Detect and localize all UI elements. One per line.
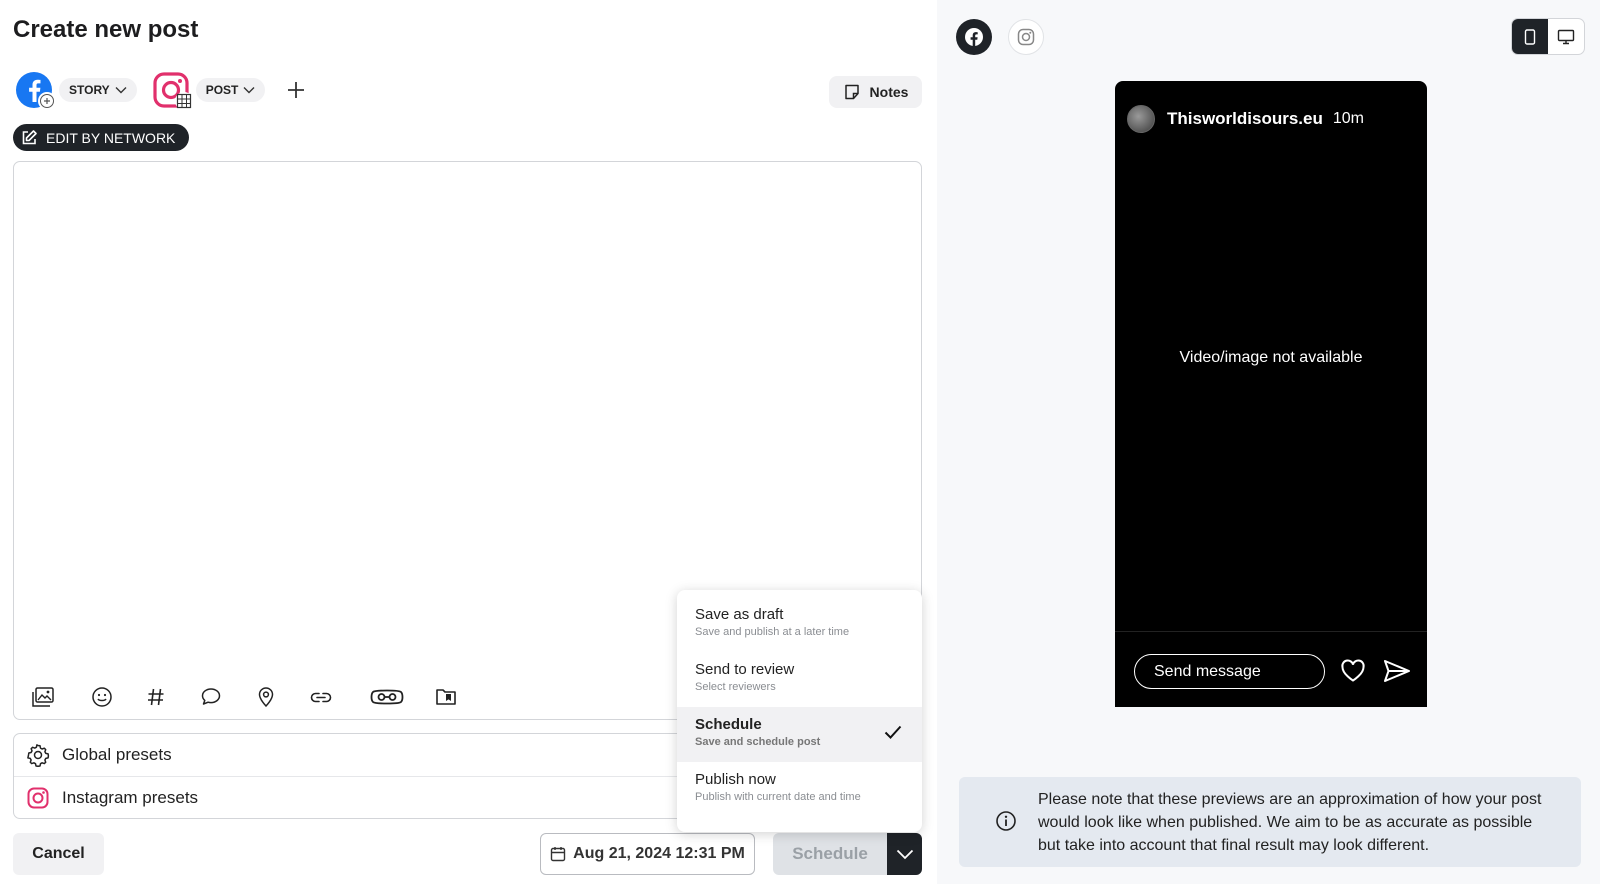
menu-item-sublabel: Save and publish at a later time	[695, 626, 850, 638]
story-time: 10m	[1332, 110, 1364, 127]
preset-label: Instagram presets	[62, 787, 199, 807]
media-icon[interactable]	[31, 685, 55, 709]
desktop-view-button[interactable]	[1548, 19, 1584, 54]
send-message-placeholder: Send message	[1154, 662, 1261, 680]
notice-text: Please note that these previews are an a…	[1038, 791, 1542, 854]
post-type-label: POST	[205, 83, 239, 97]
instagram-account[interactable]	[151, 70, 193, 110]
preview-notice: Please note that these previews are an a…	[959, 777, 1581, 867]
chevron-down-icon	[243, 87, 255, 94]
chevron-down-icon	[896, 849, 913, 859]
page-title: Create new post	[13, 16, 199, 43]
media-unavailable-text: Video/image not available	[1179, 349, 1363, 366]
menu-item-send-review[interactable]: Send to review Select reviewers	[677, 652, 922, 707]
schedule-button[interactable]: Schedule	[773, 833, 887, 875]
add-badge-icon	[38, 92, 56, 110]
send-message-field: Send message	[1134, 654, 1325, 689]
menu-item-label: Save as draft	[695, 606, 784, 623]
instagram-post-type-dropdown[interactable]: POST	[195, 78, 266, 102]
menu-item-sublabel: Publish with current date and time	[695, 791, 861, 803]
desktop-icon	[1557, 29, 1575, 44]
preset-label: Global presets	[62, 745, 172, 764]
divider	[1115, 631, 1427, 632]
notes-button[interactable]: Notes	[829, 76, 922, 108]
add-network-button[interactable]	[283, 77, 309, 103]
mobile-view-button[interactable]	[1512, 19, 1548, 54]
grid-badge-icon	[174, 92, 193, 110]
notes-label: Notes	[869, 84, 909, 100]
menu-item-schedule[interactable]: Schedule Save and schedule post	[677, 707, 922, 762]
hashtag-icon[interactable]	[144, 685, 168, 709]
heart-icon	[1341, 659, 1365, 682]
calendar-icon	[550, 847, 566, 862]
menu-item-label: Schedule	[695, 716, 762, 733]
plus-icon	[288, 82, 305, 98]
avatar	[1127, 105, 1155, 133]
device-toggle	[1511, 18, 1585, 55]
story-header: Thisworldisours.eu 10m	[1127, 105, 1364, 133]
info-icon	[996, 811, 1016, 831]
cancel-label: Cancel	[32, 845, 85, 862]
edit-by-network-label: EDIT BY NETWORK	[46, 129, 176, 146]
menu-item-label: Publish now	[695, 771, 776, 788]
story-preview: Thisworldisours.eu 10m Video/image not a…	[1115, 81, 1427, 707]
instagram-icon	[26, 786, 50, 810]
mobile-icon	[1524, 28, 1536, 45]
comment-icon[interactable]	[199, 685, 223, 709]
editor-toolbar	[31, 685, 458, 709]
post-type-label: STORY	[69, 83, 110, 97]
publish-options-menu: Save as draft Save and publish at a late…	[677, 590, 922, 832]
facebook-icon	[965, 28, 983, 46]
menu-item-sublabel: Save and schedule post	[695, 736, 821, 748]
location-icon[interactable]	[254, 685, 278, 709]
menu-item-sublabel: Select reviewers	[695, 681, 776, 693]
note-icon	[844, 84, 859, 100]
library-icon[interactable]	[434, 685, 458, 709]
menu-item-save-draft[interactable]: Save as draft Save and publish at a late…	[677, 597, 922, 652]
publish-options-toggle[interactable]	[887, 833, 922, 875]
edit-by-network-button[interactable]: EDIT BY NETWORK	[13, 124, 190, 151]
menu-item-publish-now[interactable]: Publish now Publish with current date an…	[677, 762, 922, 817]
send-icon	[1384, 660, 1410, 682]
schedule-date-button[interactable]: Aug 21, 2024 12:31 PM	[540, 833, 755, 875]
preview-tab-instagram[interactable]	[1008, 19, 1044, 55]
facebook-post-type-dropdown[interactable]: STORY	[59, 78, 137, 102]
facebook-account[interactable]	[14, 70, 56, 110]
emoji-icon[interactable]	[90, 685, 114, 709]
schedule-label: Schedule	[792, 844, 868, 863]
instagram-icon	[1017, 28, 1035, 46]
schedule-date-label: Aug 21, 2024 12:31 PM	[573, 845, 745, 862]
gear-icon	[26, 743, 50, 767]
ai-icon[interactable]	[370, 685, 404, 709]
preview-tab-facebook[interactable]	[956, 19, 992, 55]
check-icon	[884, 725, 902, 739]
chevron-down-icon	[115, 87, 127, 94]
network-selector: STORY POST	[14, 68, 309, 112]
menu-item-label: Send to review	[695, 661, 795, 678]
story-username: Thisworldisours.eu	[1167, 109, 1323, 128]
post-editor-panel: Create new post STORY POST Notes EDIT BY…	[0, 0, 937, 884]
preview-panel: Thisworldisours.eu 10m Video/image not a…	[937, 0, 1600, 884]
edit-icon	[22, 129, 37, 144]
link-icon[interactable]	[309, 685, 333, 709]
cancel-button[interactable]: Cancel	[13, 833, 104, 875]
